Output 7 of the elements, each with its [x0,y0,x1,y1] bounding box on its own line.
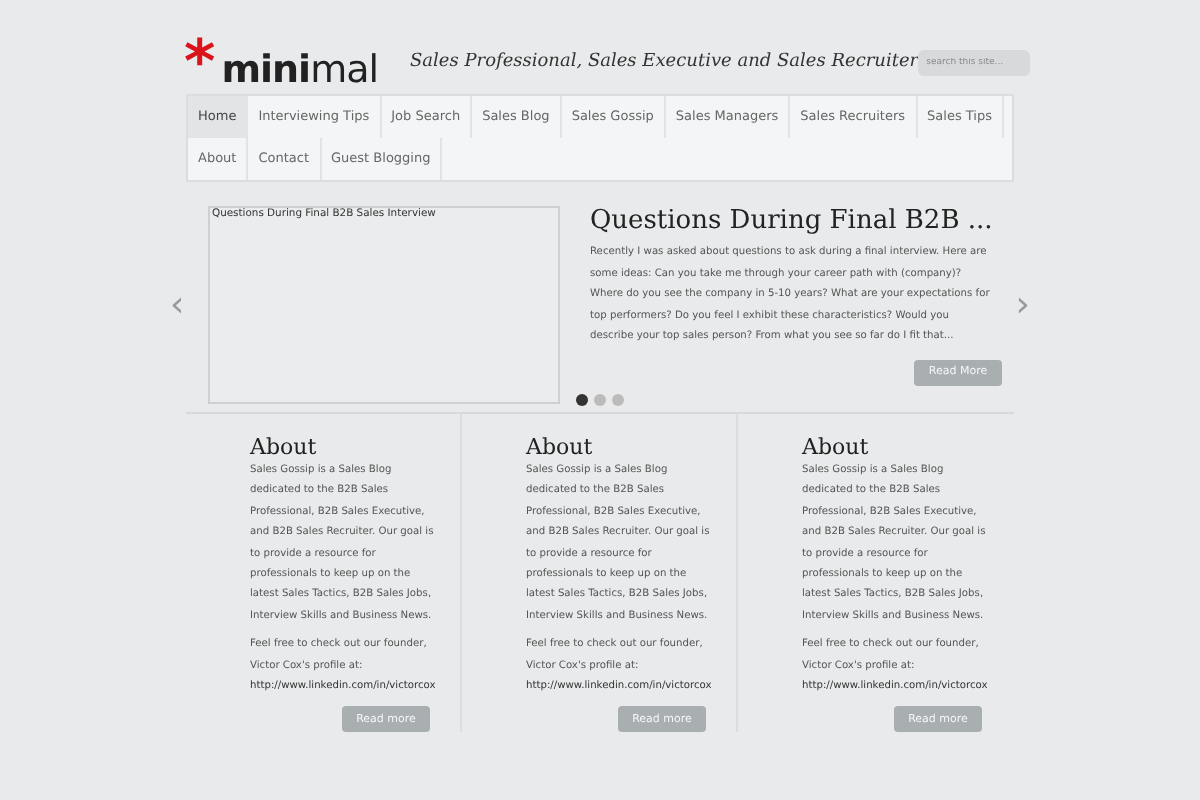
column-title: About [250,434,319,460]
logo-asterisk: * [184,33,216,93]
logo-text: minimal [221,47,378,91]
column-title: About [526,434,595,460]
slide-title: Questions During Final B2B ... [590,206,995,238]
tagline: Sales Professional, Sales Executive and Sales Recruiter [410,49,919,76]
column-title: About [802,434,871,460]
